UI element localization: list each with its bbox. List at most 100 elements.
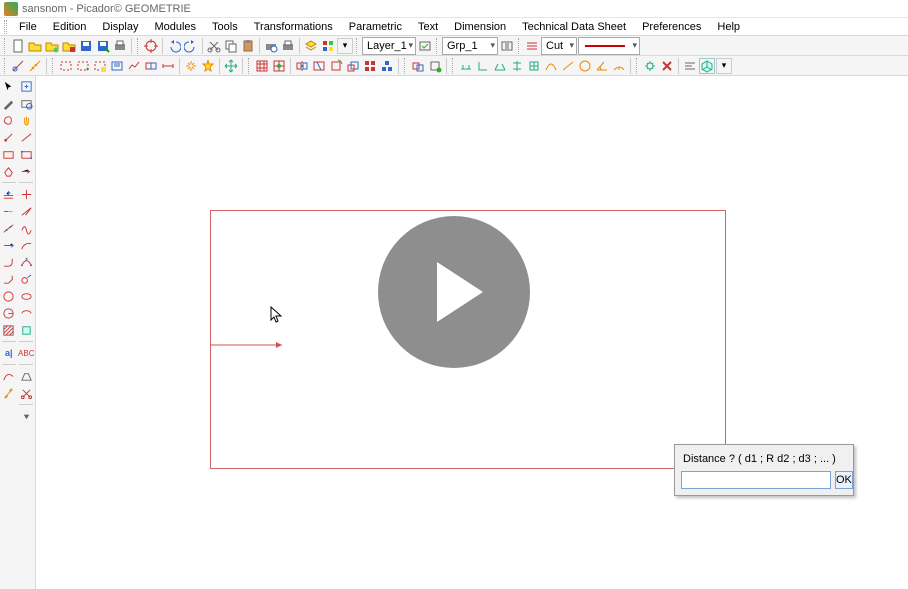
ok-button[interactable]: OK bbox=[835, 471, 853, 489]
zoom-fit-icon[interactable] bbox=[18, 78, 34, 94]
print2-icon[interactable] bbox=[280, 38, 296, 54]
menu-edition[interactable]: Edition bbox=[45, 19, 95, 35]
layers-settings-icon[interactable] bbox=[320, 38, 336, 54]
menu-modules[interactable]: Modules bbox=[146, 19, 204, 35]
line-style-icon[interactable] bbox=[524, 38, 540, 54]
perspective-tool-icon[interactable] bbox=[18, 368, 34, 384]
dropdown-small-icon[interactable]: ▾ bbox=[337, 38, 353, 54]
dim-5-icon[interactable] bbox=[526, 58, 542, 74]
explode-icon[interactable] bbox=[183, 58, 199, 74]
menu-technical-data-sheet[interactable]: Technical Data Sheet bbox=[514, 19, 634, 35]
menu-text[interactable]: Text bbox=[410, 19, 446, 35]
select-rect-icon[interactable] bbox=[58, 58, 74, 74]
scissors-tool-icon[interactable] bbox=[18, 385, 34, 401]
scale-icon[interactable] bbox=[345, 58, 361, 74]
arrow-tool-icon[interactable] bbox=[18, 163, 34, 179]
lasso-tool-icon[interactable] bbox=[1, 112, 17, 128]
open-folder-icon[interactable] bbox=[44, 38, 60, 54]
save-as-icon[interactable] bbox=[95, 38, 111, 54]
ellipse-arc-tool-icon[interactable] bbox=[18, 305, 34, 321]
copy-icon[interactable] bbox=[223, 38, 239, 54]
dimension-horiz-icon[interactable] bbox=[160, 58, 176, 74]
chamfer-tool-icon[interactable] bbox=[1, 271, 17, 287]
zoom-window-icon[interactable] bbox=[18, 95, 34, 111]
menu-preferences[interactable]: Preferences bbox=[634, 19, 709, 35]
select-rect-layer-icon[interactable] bbox=[92, 58, 108, 74]
select-chain-icon[interactable] bbox=[143, 58, 159, 74]
paste-geom-icon[interactable] bbox=[427, 58, 443, 74]
line-color-combo[interactable] bbox=[578, 37, 640, 55]
pick-tool-icon[interactable] bbox=[1, 95, 17, 111]
array-polar-icon[interactable] bbox=[379, 58, 395, 74]
select-rect-add-icon[interactable] bbox=[75, 58, 91, 74]
dim-3-icon[interactable] bbox=[492, 58, 508, 74]
dim-line-icon[interactable] bbox=[560, 58, 576, 74]
undo-icon[interactable] bbox=[166, 38, 182, 54]
layer-apply-icon[interactable] bbox=[417, 38, 433, 54]
spline-tool-icon[interactable] bbox=[18, 220, 34, 236]
cut-combo[interactable]: Cut bbox=[541, 37, 577, 55]
label-tool-icon[interactable]: ABC bbox=[18, 345, 34, 361]
ellipse-tool-icon[interactable] bbox=[18, 288, 34, 304]
explode-star-icon[interactable] bbox=[200, 58, 216, 74]
distance-input[interactable] bbox=[681, 471, 831, 489]
text-tool-icon[interactable]: a| bbox=[1, 345, 17, 361]
dim-1-icon[interactable] bbox=[458, 58, 474, 74]
circle-center-tool-icon[interactable] bbox=[1, 305, 17, 321]
select-window-icon[interactable] bbox=[109, 58, 125, 74]
trim-tool-icon[interactable] bbox=[1, 203, 17, 219]
rectangle-tool-icon[interactable] bbox=[1, 146, 17, 162]
mirror-h-icon[interactable] bbox=[294, 58, 310, 74]
open-file-icon[interactable] bbox=[27, 38, 43, 54]
menu-dimension[interactable]: Dimension bbox=[446, 19, 514, 35]
dim-radius-icon[interactable] bbox=[611, 58, 627, 74]
target-icon[interactable] bbox=[143, 38, 159, 54]
dim-circle-icon[interactable] bbox=[577, 58, 593, 74]
grid-icon[interactable] bbox=[254, 58, 270, 74]
settings-gear-icon[interactable] bbox=[642, 58, 658, 74]
fillet-tool-icon[interactable] bbox=[1, 254, 17, 270]
offset-tool-icon[interactable] bbox=[1, 186, 17, 202]
group-combo[interactable]: Grp_1 bbox=[442, 37, 498, 55]
delete-icon[interactable] bbox=[659, 58, 675, 74]
diag-tool-icon[interactable] bbox=[18, 203, 34, 219]
dim-4-icon[interactable] bbox=[509, 58, 525, 74]
cut-icon[interactable] bbox=[206, 38, 222, 54]
line-tool-icon[interactable] bbox=[18, 129, 34, 145]
hatch-tool-icon[interactable] bbox=[1, 322, 17, 338]
menu-file[interactable]: File bbox=[11, 19, 45, 35]
print-preview-icon[interactable] bbox=[263, 38, 279, 54]
menu-transformations[interactable]: Transformations bbox=[246, 19, 341, 35]
circle-tool-icon[interactable] bbox=[1, 288, 17, 304]
arc3p-tool-icon[interactable] bbox=[18, 254, 34, 270]
dim-angle-icon[interactable] bbox=[594, 58, 610, 74]
menu-display[interactable]: Display bbox=[94, 19, 146, 35]
arc-tool-icon[interactable] bbox=[18, 237, 34, 253]
pointer-tool-icon[interactable] bbox=[1, 78, 17, 94]
align-icon[interactable] bbox=[682, 58, 698, 74]
view3d-icon[interactable] bbox=[699, 58, 715, 74]
dropdown-small-2-icon[interactable]: ▾ bbox=[716, 58, 732, 74]
video-play-button[interactable] bbox=[378, 216, 530, 368]
layers-icon[interactable] bbox=[303, 38, 319, 54]
menu-parametric[interactable]: Parametric bbox=[341, 19, 410, 35]
grid-snap-icon[interactable] bbox=[271, 58, 287, 74]
snap-tool-icon[interactable] bbox=[10, 58, 26, 74]
save-icon[interactable] bbox=[78, 38, 94, 54]
dim-2-icon[interactable] bbox=[475, 58, 491, 74]
point-tool-icon[interactable] bbox=[1, 129, 17, 145]
dim-curve-icon[interactable] bbox=[543, 58, 559, 74]
cross-tool-icon[interactable] bbox=[18, 186, 34, 202]
block-tool-icon[interactable] bbox=[18, 322, 34, 338]
divide-tool-icon[interactable] bbox=[1, 220, 17, 236]
measure-tool-icon[interactable] bbox=[27, 58, 43, 74]
rect2-tool-icon[interactable] bbox=[18, 146, 34, 162]
layer-combo[interactable]: Layer_1 bbox=[362, 37, 416, 55]
menu-tools[interactable]: Tools bbox=[204, 19, 246, 35]
curve-tool-icon[interactable] bbox=[1, 368, 17, 384]
tangent-tool-icon[interactable] bbox=[18, 271, 34, 287]
pan-tool-icon[interactable] bbox=[18, 112, 34, 128]
down-arrow-icon[interactable] bbox=[18, 408, 34, 424]
print-icon[interactable] bbox=[112, 38, 128, 54]
paste-icon[interactable] bbox=[240, 38, 256, 54]
